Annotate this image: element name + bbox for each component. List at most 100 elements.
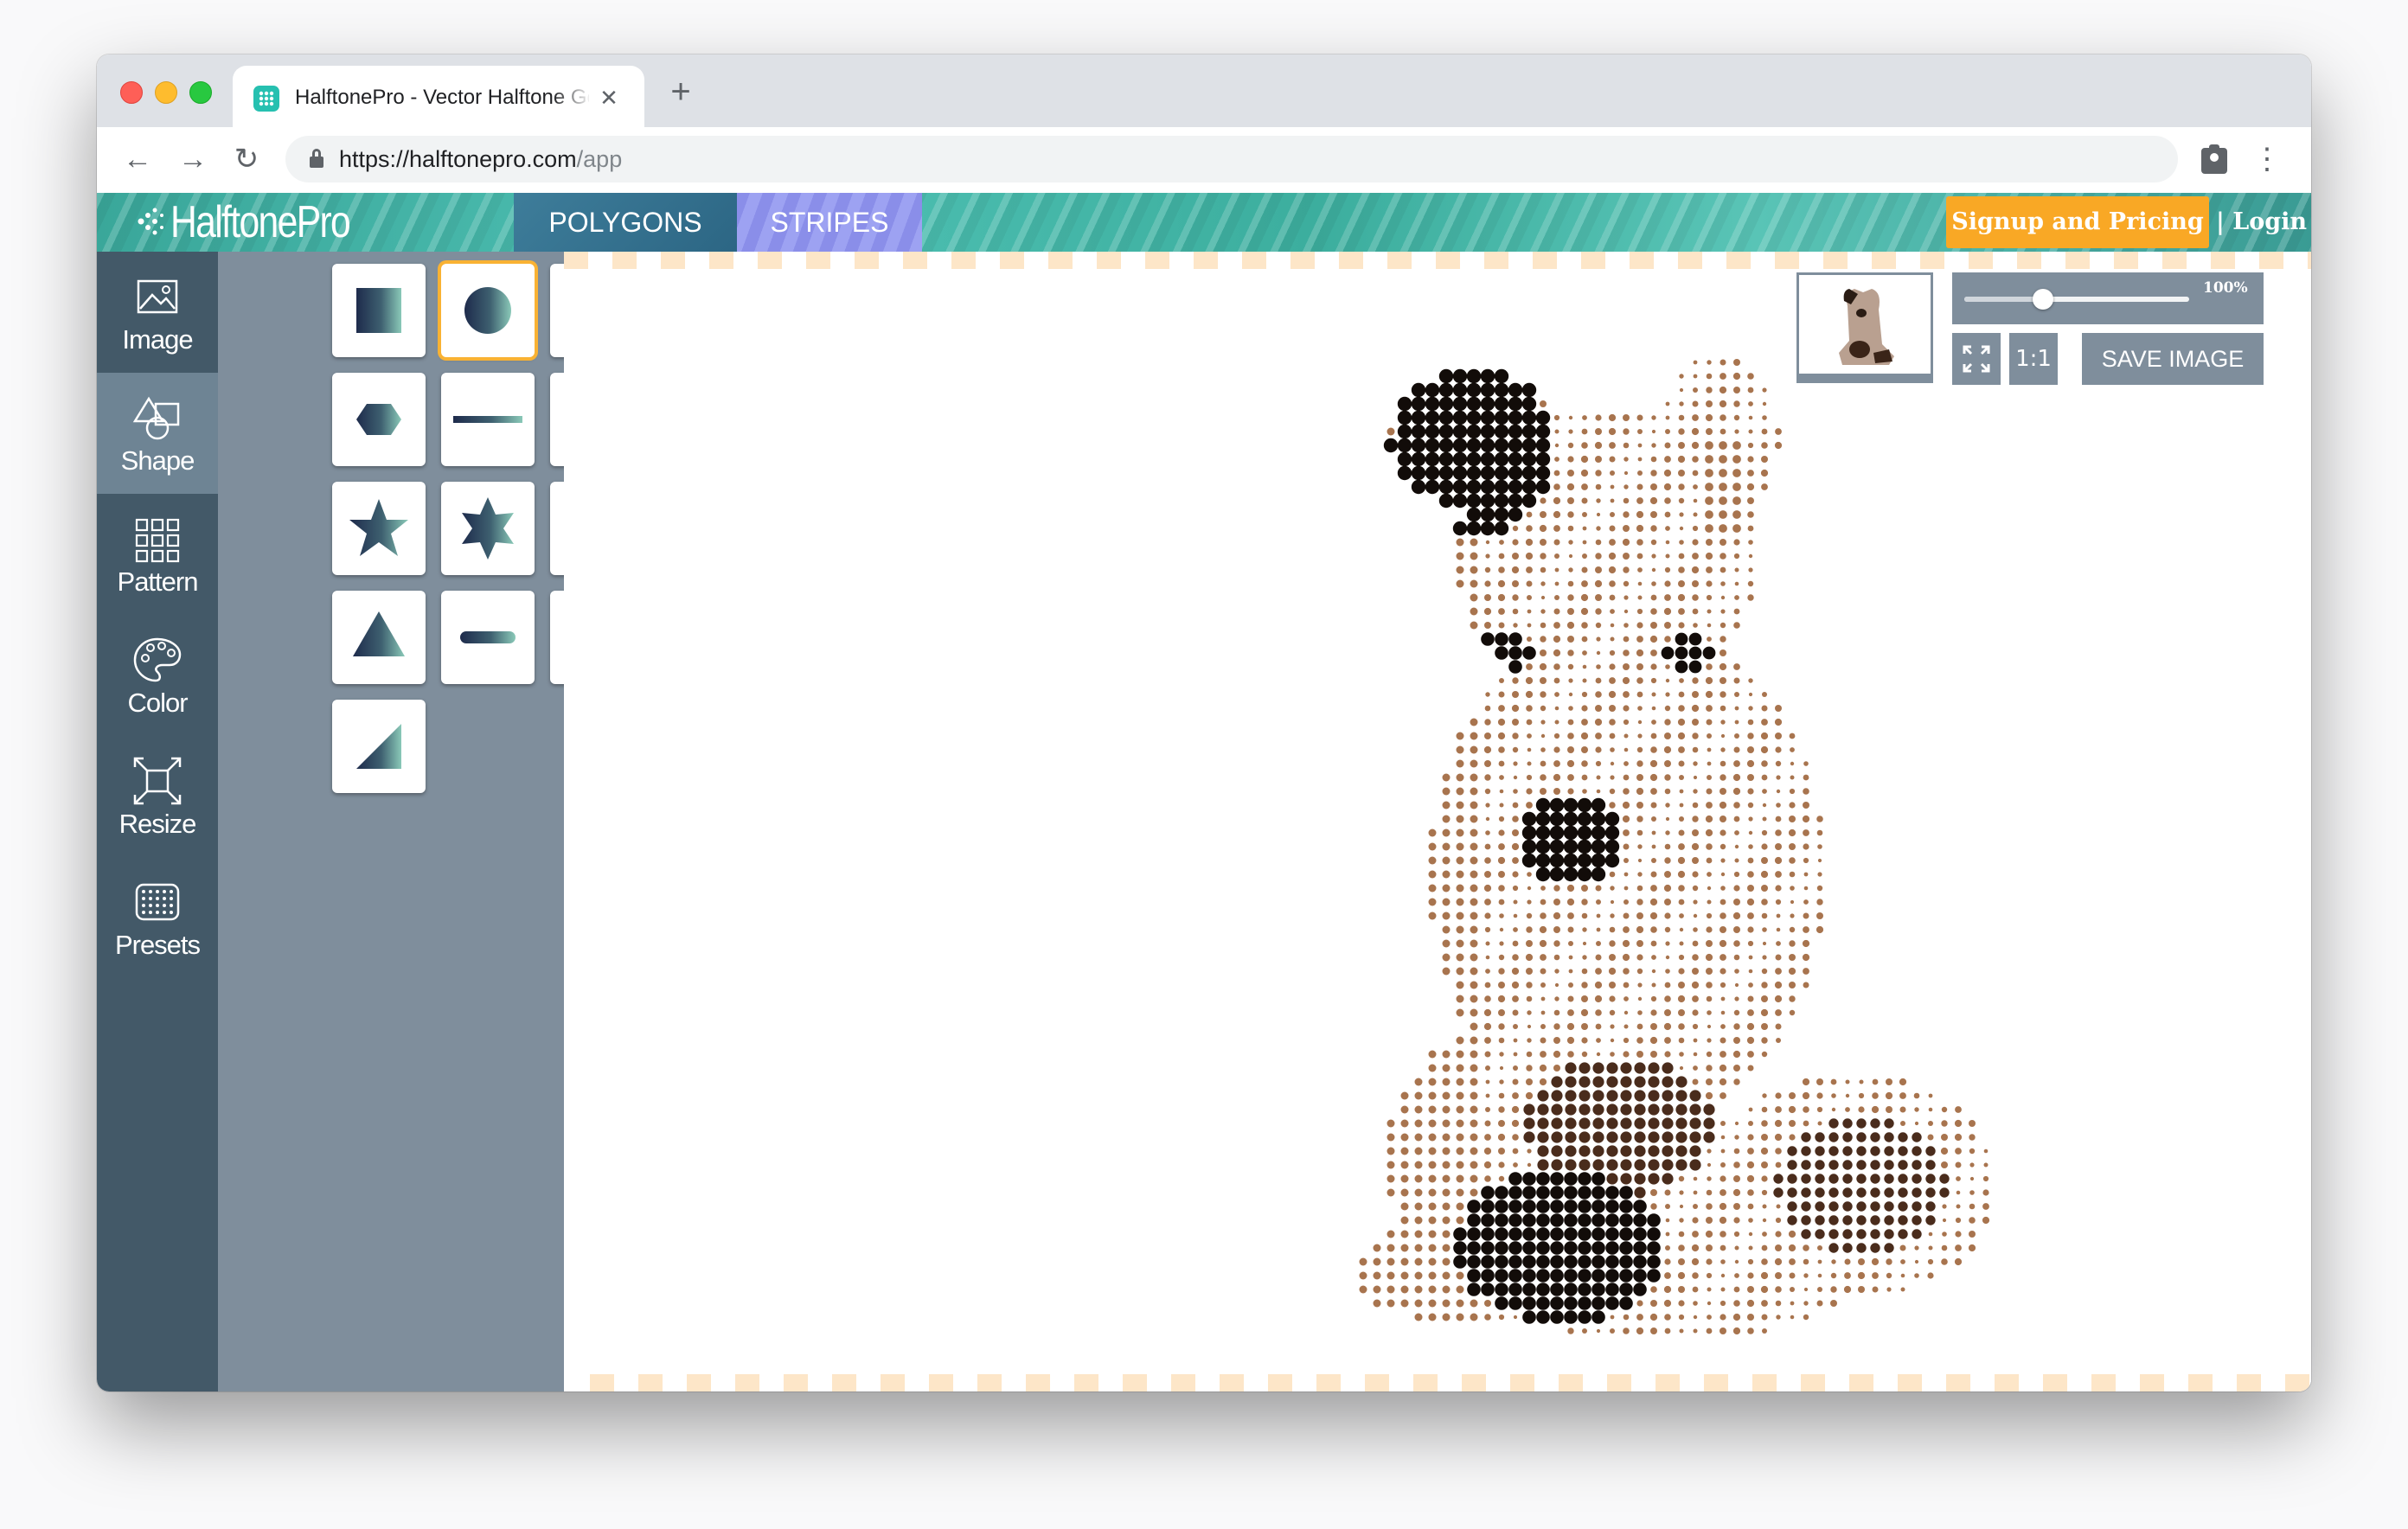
halftone-dot [1636, 608, 1643, 615]
canvas-area[interactable]: 100% 1:1 SAVE IMAGE [564, 252, 2311, 1391]
signup-pricing-button[interactable]: Signup and Pricing [1946, 196, 2209, 248]
halftone-dot [1512, 1134, 1519, 1141]
tab-close-icon[interactable]: ✕ [596, 83, 622, 112]
halftone-dot [1387, 1257, 1395, 1266]
halftone-dot [1815, 1174, 1825, 1184]
halftone-dot [1634, 1145, 1646, 1157]
shape-line-button[interactable] [441, 373, 535, 466]
minimize-window-button[interactable] [155, 81, 177, 104]
shape-right-triangle-button[interactable] [332, 700, 426, 793]
halftone-dot [1720, 912, 1726, 919]
halftone-dot [1623, 747, 1629, 752]
close-window-button[interactable] [120, 81, 143, 104]
halftone-dot [1591, 1310, 1605, 1324]
halftone-dot [1706, 968, 1713, 975]
halftone-dot [1720, 622, 1726, 629]
sidebar-item-label: Pattern [117, 566, 199, 597]
halftone-dot [1508, 493, 1523, 509]
sidebar-item-shape[interactable]: Shape [97, 373, 218, 494]
shape-hexagon-button[interactable] [332, 373, 426, 466]
halftone-dot [1428, 1174, 1437, 1183]
halftone-dot [1675, 1117, 1688, 1129]
halftone-dot [1650, 871, 1657, 878]
save-image-button[interactable]: SAVE IMAGE [2082, 333, 2264, 385]
shape-triangle-button[interactable] [332, 591, 426, 684]
sidebar-item-resize[interactable]: Resize [97, 736, 218, 857]
profile-badge-icon[interactable] [2201, 144, 2227, 174]
preview-thumbnail[interactable] [1796, 272, 1933, 383]
new-tab-button[interactable]: + [663, 74, 698, 111]
halftone-dot [1428, 1105, 1437, 1114]
halftone-dot [1511, 967, 1520, 976]
halftone-dot [1512, 954, 1519, 961]
halftone-dot [1442, 1299, 1451, 1308]
app-header: HalftonePro POLYGONS STRIPES Signup and … [97, 193, 2311, 252]
halftone-dot [1692, 414, 1699, 421]
halftone-dot [1470, 912, 1478, 920]
sidebar-item-pattern[interactable]: Pattern [97, 494, 218, 615]
halftone-dot [1605, 1296, 1619, 1310]
halftone-dot [1595, 622, 1602, 629]
fullscreen-button[interactable] [1952, 333, 2001, 385]
halftone-dot [1442, 1285, 1451, 1294]
back-arrow-icon[interactable]: ← [119, 141, 156, 177]
halftone-dot [1748, 816, 1753, 822]
halftone-dot [1733, 1148, 1740, 1155]
sidebar-item-presets[interactable]: Presets [97, 857, 218, 978]
halftone-dot [1513, 1052, 1518, 1057]
halftone-dot [1595, 885, 1602, 892]
shape-square-button[interactable] [332, 264, 426, 357]
halftone-dot [1387, 1188, 1395, 1197]
halftone-dot [1665, 429, 1670, 434]
halftone-dot [1527, 747, 1532, 752]
halftone-dot [1608, 690, 1617, 699]
halftone-dot [1481, 1255, 1495, 1269]
actual-size-button[interactable]: 1:1 [2009, 333, 2058, 385]
browser-tab[interactable]: HalftonePro - Vector Halftone Generator … [233, 66, 644, 127]
halftone-dot [1665, 664, 1670, 669]
halftone-dot [1608, 552, 1617, 560]
url-text[interactable]: https://halftonepro.com/app [339, 136, 622, 182]
shape-five-point-star-button[interactable] [332, 482, 426, 575]
maximize-window-button[interactable] [189, 81, 212, 104]
zoom-slider-handle[interactable] [2033, 289, 2053, 310]
browser-menu-icon[interactable]: ⋮ [2252, 141, 2282, 177]
halftone-dot [1470, 870, 1478, 879]
halftone-dot [1480, 368, 1495, 384]
halftone-dot [1595, 414, 1602, 421]
halftone-dot [1856, 1160, 1867, 1170]
halftone-dot [1884, 1229, 1894, 1239]
halftone-dot [1664, 497, 1671, 504]
address-bar[interactable]: https://halftonepro.com/app [285, 136, 2178, 182]
halftone-dot [1775, 816, 1782, 822]
sidebar-item-color[interactable]: Color [97, 615, 218, 736]
halftone-dot [1801, 1146, 1811, 1156]
halftone-dot [1442, 870, 1451, 879]
halftone-dot [1802, 953, 1810, 962]
reload-icon[interactable]: ↻ [228, 141, 265, 177]
halftone-dot [1636, 1300, 1643, 1307]
shape-dash-button[interactable] [441, 591, 535, 684]
halftone-dot [1828, 1118, 1839, 1129]
tab-stripes[interactable]: STRIPES [737, 193, 922, 252]
forward-arrow-icon[interactable]: → [175, 141, 211, 177]
halftone-dot [1466, 438, 1482, 453]
halftone-dot [1596, 650, 1601, 656]
halftone-dot [1400, 1188, 1409, 1197]
halftone-dot [1508, 1200, 1522, 1213]
halftone-dot [1942, 1232, 1947, 1237]
halftone-dot [1411, 396, 1426, 412]
sidebar-item-image[interactable]: Image [97, 252, 218, 373]
halftone-dot [1747, 774, 1754, 781]
halftone-dot [1466, 479, 1482, 495]
login-link[interactable]: | Login [2216, 193, 2307, 252]
halftone-dot [1591, 825, 1606, 841]
halftone-dot [1720, 843, 1726, 850]
logo[interactable]: HalftonePro [136, 193, 389, 252]
shape-circle-button[interactable] [441, 264, 535, 357]
halftone-dot [1513, 899, 1518, 905]
shape-six-point-star-button[interactable] [441, 482, 535, 575]
tab-polygons[interactable]: POLYGONS [514, 193, 737, 252]
halftone-dot [1414, 1105, 1423, 1114]
halftone-dot [1664, 1051, 1671, 1058]
